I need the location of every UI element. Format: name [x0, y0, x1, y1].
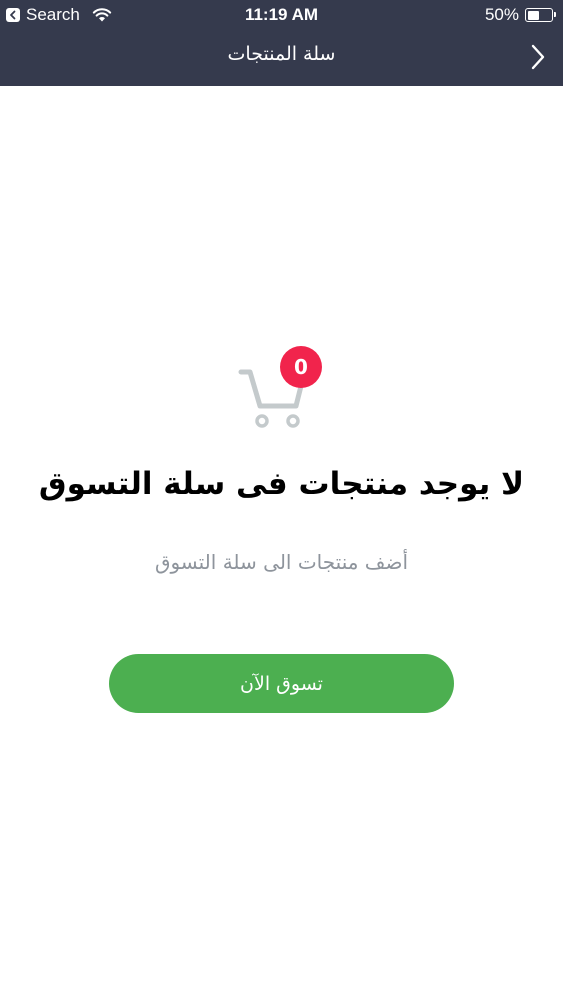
status-bar: Search 11:19 AM 50% [0, 0, 563, 30]
chevron-right-icon [531, 44, 545, 70]
empty-cart-subtitle: أضف منتجات الى سلة التسوق [154, 550, 409, 574]
battery-cap [554, 12, 556, 17]
empty-cart-title: لا يوجد منتجات فى سلة التسوق [38, 466, 525, 502]
wifi-icon [92, 7, 112, 23]
battery-fill [527, 10, 539, 20]
battery-status: 50% [484, 5, 556, 25]
cart-count-badge: 0 [280, 346, 322, 388]
page-title: سلة المنتجات [227, 43, 336, 65]
empty-cart-illustration: 0 [238, 346, 328, 436]
shop-now-button[interactable]: تسوق الآن [109, 654, 454, 713]
nav-back-button[interactable] [527, 42, 549, 72]
nav-bar: سلة المنتجات [0, 30, 563, 86]
battery-icon [525, 8, 556, 22]
chevron-left-icon [6, 8, 20, 22]
back-app-label: Search [26, 5, 80, 24]
battery-percent: 50% [484, 5, 519, 24]
back-to-app[interactable]: Search [6, 5, 112, 25]
